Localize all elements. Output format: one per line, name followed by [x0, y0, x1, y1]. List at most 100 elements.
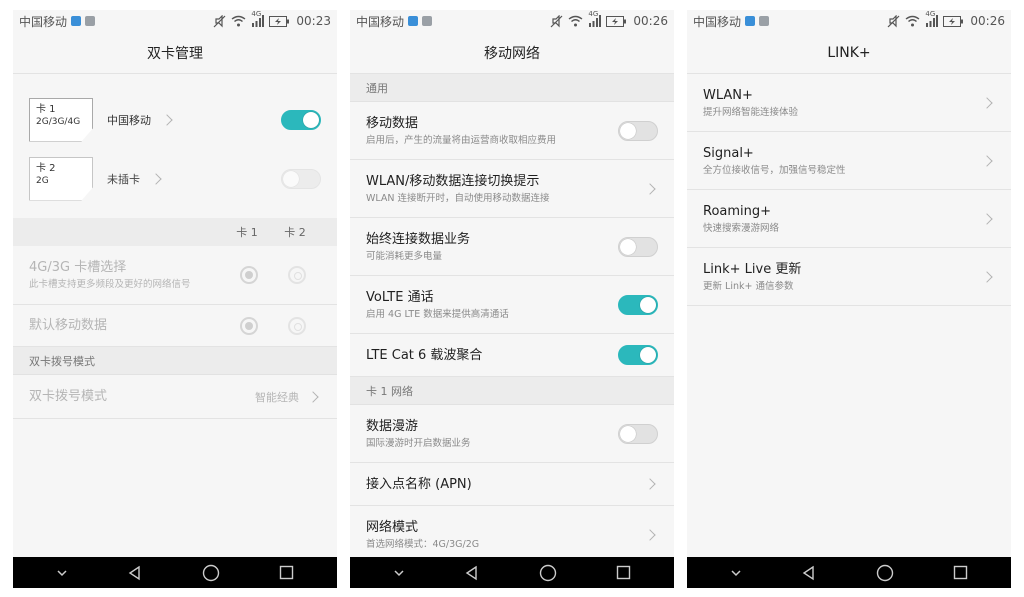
lte-ca-row[interactable]: LTE Cat 6 载波聚合 [350, 334, 674, 377]
sim-tech: 2G/3G/4G [36, 116, 81, 127]
row-subtitle: 可能消耗更多电量 [366, 250, 443, 262]
notification-icon [745, 16, 756, 26]
mute-icon [550, 14, 563, 27]
sim-2-toggle[interactable] [281, 168, 321, 189]
network-type-label: 4G [925, 10, 936, 18]
row-subtitle: 更新 Link+ 通信参数 [703, 280, 794, 292]
row-subtitle: 全方位接收信号，加强信号稳定性 [703, 164, 846, 176]
chevron-right-icon [161, 113, 173, 126]
dial-mode-value: 智能经典 [255, 390, 299, 404]
network-mode-row[interactable]: 网络模式 首选网络模式：4G/3G/2G [350, 506, 674, 564]
mute-icon [213, 14, 226, 27]
hide-nav-icon[interactable] [56, 569, 68, 577]
row-subtitle: 首选网络模式：4G/3G/2G [366, 538, 480, 550]
radio-sim-2[interactable] [288, 266, 306, 284]
page-title: 移动网络 [350, 32, 674, 74]
row-title: VoLTE 通话 [366, 289, 434, 305]
home-icon[interactable] [539, 564, 557, 582]
notification-icon [759, 16, 770, 26]
back-icon[interactable] [127, 565, 143, 581]
data-roaming-toggle[interactable] [618, 423, 658, 444]
status-bar: 中国移动 4G 00:26 [687, 10, 1011, 32]
section-header: 双卡拨号模式 [13, 347, 337, 375]
phone-screen-mobile-network: 中国移动 4G 00:26 移动网络 通用 移动数据 启用后，产生的流量将由运营… [350, 10, 674, 588]
row-title: WLAN+ [703, 87, 753, 103]
wifi-icon [568, 15, 583, 27]
row-title: 始终连接数据业务 [366, 231, 471, 247]
mobile-data-row[interactable]: 移动数据 启用后，产生的流量将由运营商收取相应费用 [350, 102, 674, 160]
row-title: 4G/3G 卡槽选择 [29, 260, 127, 275]
link-plus-live-update-row[interactable]: Link+ Live 更新 更新 Link+ 通信参数 [687, 248, 1011, 306]
row-title: Signal+ [703, 145, 754, 161]
lte-ca-toggle[interactable] [618, 345, 658, 365]
back-icon[interactable] [464, 565, 480, 581]
radio-sim-2[interactable] [288, 316, 306, 335]
back-icon[interactable] [801, 565, 817, 581]
status-bar: 中国移动 4G 00:23 [13, 10, 337, 32]
clock: 00:26 [970, 14, 1005, 28]
data-roaming-row[interactable]: 数据漫游 国际漫游时开启数据业务 [350, 405, 674, 463]
sim-name: 卡 2 [36, 162, 56, 174]
volte-toggle[interactable] [618, 294, 658, 315]
row-title: Roaming+ [703, 203, 772, 219]
row-title: LTE Cat 6 载波聚合 [366, 347, 483, 363]
row-subtitle: 此卡槽支持更多频段及更好的网络信号 [29, 279, 191, 290]
notification-icon [85, 16, 96, 26]
chevron-right-icon [307, 390, 319, 403]
radio-sim-1[interactable] [240, 316, 258, 335]
row-subtitle: 启用后，产生的流量将由运营商收取相应费用 [366, 134, 557, 146]
home-icon[interactable] [202, 564, 220, 582]
column-sim-1: 卡 1 [236, 226, 258, 239]
page-title: LINK+ [687, 32, 1011, 74]
chevron-right-icon [644, 528, 656, 541]
phone-screen-dual-sim: 中国移动 4G 00:23 双卡管理 卡 1 2G/3G/4G 中国移动 卡 2… [13, 10, 337, 588]
battery-icon [943, 15, 964, 27]
hide-nav-icon[interactable] [730, 569, 742, 577]
dial-mode-row[interactable]: 双卡拨号模式 智能经典 [13, 375, 337, 419]
sim-card-icon: 卡 2 2G [29, 156, 93, 201]
sim-1-toggle[interactable] [281, 109, 321, 130]
sim-1-row[interactable]: 卡 1 2G/3G/4G 中国移动 [13, 90, 337, 149]
carrier-label: 中国移动 [19, 14, 68, 29]
signal-plus-row[interactable]: Signal+ 全方位接收信号，加强信号稳定性 [687, 132, 1011, 190]
row-title: 移动数据 [366, 115, 419, 131]
sim-card-icon: 卡 1 2G/3G/4G [29, 97, 93, 142]
notification-icon [408, 16, 419, 26]
sim-operator-label: 中国移动 [107, 113, 151, 127]
column-sim-2: 卡 2 [284, 226, 306, 239]
sim-2-row[interactable]: 卡 2 2G 未插卡 [13, 149, 337, 208]
recents-icon[interactable] [953, 565, 968, 580]
hide-nav-icon[interactable] [393, 569, 405, 577]
carrier-label: 中国移动 [356, 14, 405, 29]
home-icon[interactable] [876, 564, 894, 582]
chevron-right-icon [981, 270, 993, 283]
mobile-data-toggle[interactable] [618, 120, 658, 141]
recents-icon[interactable] [616, 565, 631, 580]
always-on-data-toggle[interactable] [618, 236, 658, 257]
apn-row[interactable]: 接入点名称 (APN) [350, 463, 674, 506]
row-subtitle: 快速搜索漫游网络 [703, 222, 780, 234]
section-header: 卡 1 网络 [350, 377, 674, 405]
roaming-plus-row[interactable]: Roaming+ 快速搜索漫游网络 [687, 190, 1011, 248]
notification-icon [71, 16, 82, 26]
chevron-right-icon [981, 154, 993, 167]
wlan-plus-row[interactable]: WLAN+ 提升网络智能连接体验 [687, 74, 1011, 132]
chevron-right-icon [644, 478, 656, 490]
navigation-bar [13, 557, 337, 588]
always-on-data-row[interactable]: 始终连接数据业务 可能消耗更多电量 [350, 218, 674, 276]
section-header: 通用 [350, 74, 674, 102]
signal-icon: 4G [588, 10, 602, 27]
recents-icon[interactable] [279, 565, 294, 580]
sim-tech: 2G [36, 175, 49, 186]
signal-icon: 4G [925, 10, 939, 27]
row-title: 网络模式 [366, 519, 419, 535]
chevron-right-icon [644, 182, 656, 195]
carrier-label: 中国移动 [693, 14, 742, 29]
battery-icon [606, 15, 627, 27]
radio-sim-1[interactable] [240, 266, 258, 284]
volte-row[interactable]: VoLTE 通话 启用 4G LTE 数据来提供高清通话 [350, 276, 674, 334]
battery-icon [269, 15, 290, 27]
status-bar: 中国移动 4G 00:26 [350, 10, 674, 32]
wlan-switch-prompt-row[interactable]: WLAN/移动数据连接切换提示 WLAN 连接断开时，自动使用移动数据连接 [350, 160, 674, 218]
page-title: 双卡管理 [13, 32, 337, 74]
